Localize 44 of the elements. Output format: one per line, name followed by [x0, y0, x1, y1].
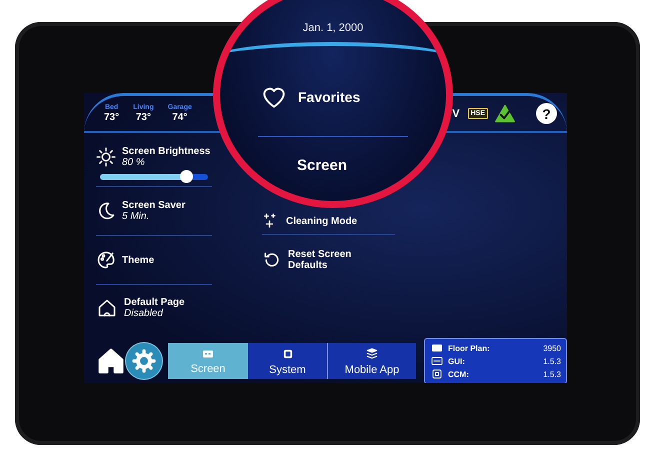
setting-value: Disabled: [124, 308, 164, 318]
setting-item[interactable]: Theme: [96, 236, 212, 285]
monitor-icon: [430, 355, 444, 367]
setting-item[interactable]: Cleaning Mode: [262, 209, 395, 235]
setting-value: 5 Min.: [122, 211, 150, 222]
version-value: 1.5.3: [543, 370, 561, 378]
setting-item[interactable]: Reset Screen Defaults: [262, 235, 395, 285]
moon-icon: [96, 201, 116, 221]
setting-item[interactable]: Screen Brightness 80 %: [96, 141, 212, 187]
settings-icon: [132, 349, 156, 373]
setting-title: Screen Saver: [122, 200, 186, 211]
help-button[interactable]: ?: [536, 103, 557, 124]
zone-temperature: 73°: [104, 112, 120, 123]
section-title: Screen: [296, 157, 348, 174]
setting-item[interactable]: Default Page Disabled: [96, 285, 212, 330]
nav-tab[interactable]: System: [248, 343, 328, 379]
version-value: 1.5.3: [543, 356, 561, 366]
version-value: 3950: [543, 344, 561, 352]
setting-item[interactable]: Screen Saver 5 Min.: [96, 187, 212, 236]
setting-title: Cleaning Mode: [286, 216, 358, 226]
favorites-label: Favorites: [298, 89, 360, 105]
screen-icon: [200, 348, 216, 360]
zone-temperature: 74°: [172, 112, 188, 123]
version-label: GUI:: [448, 356, 465, 366]
setting-value: 80 %: [122, 156, 146, 168]
layers-icon: [365, 346, 379, 360]
house-icon: [96, 298, 118, 318]
status-text: V: [452, 108, 460, 120]
setting-title: Default Page: [124, 296, 185, 308]
setting-title: Theme: [122, 254, 154, 266]
date-text: Jan. 1, 2000: [302, 22, 364, 34]
setting-title: Reset Screen Defaults: [288, 249, 352, 271]
home-icon[interactable]: [96, 346, 126, 376]
slider-thumb[interactable]: [180, 170, 194, 182]
settings-button[interactable]: [126, 343, 162, 379]
check-triangle-icon: [494, 104, 516, 124]
chip-icon: [430, 368, 444, 380]
palette-icon: [96, 250, 116, 270]
zone-temperature: 73°: [136, 112, 151, 123]
setting-title: Screen Brightness: [122, 146, 210, 156]
nav-tab[interactable]: Mobile App: [328, 343, 416, 379]
sun-icon: [96, 146, 116, 166]
version-label: CCM:: [448, 370, 469, 378]
version-label: Floor Plan:: [448, 344, 490, 352]
